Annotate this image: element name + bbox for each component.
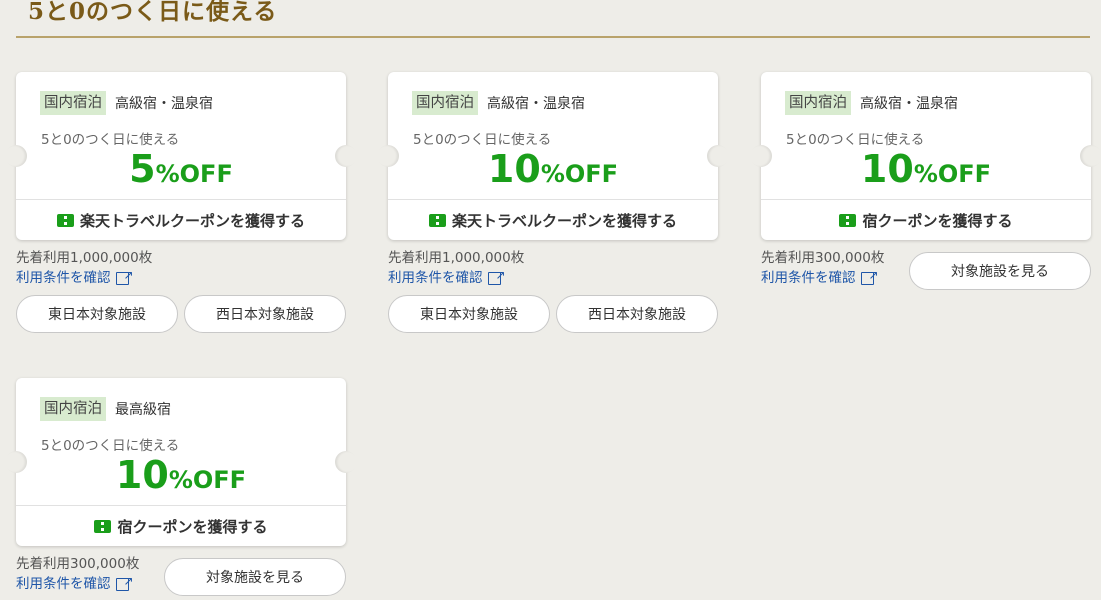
ticket-icon [56,213,74,227]
category-label: 最高級宿 [115,402,171,418]
discount-value: 10%OFF [16,452,346,498]
discount-value: 5%OFF [16,146,346,192]
view-properties-button[interactable]: 対象施設を見る [164,558,346,596]
terms-label: 利用条件を確認 [16,270,111,286]
get-coupon-label: 楽天トラベルクーポンを獲得する [79,211,305,230]
coupon-card: 国内宿泊 高級宿・温泉宿 5と0のつく日に使える 5%OFF 楽天トラベルクーポ… [5,72,357,333]
category-label: 高級宿・温泉宿 [115,96,213,112]
ticket-icon [839,213,857,227]
usage-limit: 先着利用300,000枚 [16,556,140,572]
discount-number: 10 [487,147,541,191]
coupon-card: 国内宿泊 高級宿・温泉宿 5と0のつく日に使える 10%OFF 楽天トラベルクー… [377,72,729,333]
title-divider [16,36,1090,38]
discount-number: 10 [115,453,169,497]
get-coupon-button[interactable]: 宿クーポンを獲得する [761,199,1091,240]
coupon-card: 国内宿泊 最高級宿 5と0のつく日に使える 10%OFF 宿クーポンを獲得する … [5,378,357,596]
coupon-subtitle: 5と0のつく日に使える [786,132,925,148]
category-label: 高級宿・温泉宿 [487,96,585,112]
coupon-ticket: 国内宿泊 高級宿・温泉宿 5と0のつく日に使える 10%OFF 宿クーポンを獲得… [750,72,1101,240]
get-coupon-label: 楽天トラベルクーポンを獲得する [451,211,677,230]
discount-value: 10%OFF [388,146,718,192]
coupon-subtitle: 5と0のつく日に使える [41,438,180,454]
ticket-icon [94,519,112,533]
terms-link[interactable]: 利用条件を確認 [761,265,879,288]
category-tag: 国内宿泊 [785,91,851,115]
category-tag: 国内宿泊 [412,91,478,115]
terms-link[interactable]: 利用条件を確認 [388,265,506,288]
coupon-subtitle: 5と0のつく日に使える [413,132,552,148]
usage-limit: 先着利用1,000,000枚 [16,250,153,266]
discount-value: 10%OFF [761,146,1091,192]
discount-unit: %OFF [913,160,992,188]
category-label: 高級宿・温泉宿 [860,96,958,112]
get-coupon-label: 宿クーポンを獲得する [117,517,268,536]
terms-link[interactable]: 利用条件を確認 [16,265,134,288]
discount-number: 5 [129,147,156,191]
discount-number: 10 [860,147,914,191]
ticket-icon [428,213,446,227]
get-coupon-label: 宿クーポンを獲得する [862,211,1013,230]
terms-link[interactable]: 利用条件を確認 [16,571,134,594]
east-japan-button[interactable]: 東日本対象施設 [16,295,178,333]
west-japan-button[interactable]: 西日本対象施設 [184,295,346,333]
usage-limit: 先着利用1,000,000枚 [388,250,525,266]
terms-label: 利用条件を確認 [388,270,483,286]
get-coupon-button[interactable]: 楽天トラベルクーポンを獲得する [16,199,346,240]
category-tag: 国内宿泊 [40,91,106,115]
coupon-subtitle: 5と0のつく日に使える [41,132,180,148]
terms-label: 利用条件を確認 [16,576,111,592]
external-link-icon [860,265,879,285]
usage-limit: 先着利用300,000枚 [761,250,885,266]
get-coupon-button[interactable]: 宿クーポンを獲得する [16,505,346,546]
external-link-icon [115,571,134,591]
terms-label: 利用条件を確認 [761,270,856,286]
discount-unit: %OFF [155,160,233,188]
coupon-card: 国内宿泊 高級宿・温泉宿 5と0のつく日に使える 10%OFF 宿クーポンを獲得… [750,72,1101,290]
category-tag: 国内宿泊 [40,397,106,421]
west-japan-button[interactable]: 西日本対象施設 [556,295,718,333]
view-properties-button[interactable]: 対象施設を見る [909,252,1091,290]
external-link-icon [115,265,134,285]
east-japan-button[interactable]: 東日本対象施設 [388,295,550,333]
coupon-ticket: 国内宿泊 最高級宿 5と0のつく日に使える 10%OFF 宿クーポンを獲得する [5,378,357,546]
coupon-ticket: 国内宿泊 高級宿・温泉宿 5と0のつく日に使える 5%OFF 楽天トラベルクーポ… [5,72,357,240]
discount-unit: %OFF [540,160,619,188]
section-title: 5と0のつく日に使える [28,0,278,25]
get-coupon-button[interactable]: 楽天トラベルクーポンを獲得する [388,199,718,240]
external-link-icon [487,265,506,285]
coupon-ticket: 国内宿泊 高級宿・温泉宿 5と0のつく日に使える 10%OFF 楽天トラベルクー… [377,72,729,240]
discount-unit: %OFF [168,466,247,494]
